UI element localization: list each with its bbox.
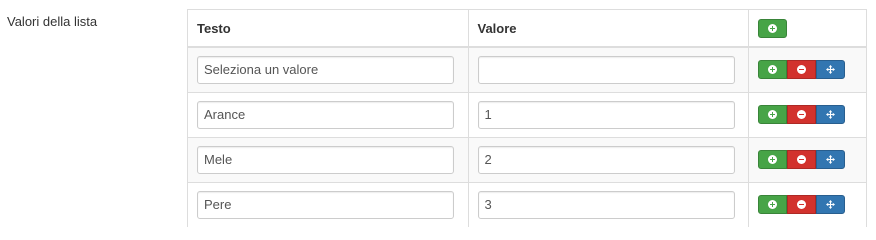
table-header-row: Testo Valore bbox=[188, 10, 866, 48]
row-actions bbox=[757, 150, 845, 169]
table-row bbox=[188, 91, 866, 138]
value-input[interactable] bbox=[477, 100, 735, 129]
table-row bbox=[188, 181, 866, 227]
field-label: Valori della lista bbox=[7, 14, 98, 29]
minus-circle-icon bbox=[796, 155, 806, 164]
add-row-button[interactable] bbox=[757, 60, 787, 80]
add-row-button[interactable] bbox=[757, 195, 787, 215]
add-row-button[interactable] bbox=[757, 105, 787, 124]
minus-circle-icon bbox=[796, 65, 806, 75]
remove-row-button[interactable] bbox=[786, 105, 816, 124]
table-row bbox=[188, 136, 866, 183]
text-input[interactable] bbox=[197, 190, 454, 219]
value-input[interactable] bbox=[477, 55, 735, 84]
header-actions bbox=[747, 10, 866, 48]
remove-row-button[interactable] bbox=[786, 150, 816, 169]
move-arrows-icon bbox=[825, 200, 835, 210]
remove-row-button[interactable] bbox=[786, 60, 816, 80]
row-actions bbox=[757, 60, 845, 80]
move-row-button[interactable] bbox=[815, 105, 845, 124]
move-row-button[interactable] bbox=[815, 60, 845, 80]
header-value: Valore bbox=[467, 10, 749, 48]
table-row bbox=[188, 46, 866, 93]
add-row-button[interactable] bbox=[757, 18, 787, 38]
text-input[interactable] bbox=[197, 55, 454, 84]
list-values-table: Testo Valore bbox=[187, 9, 867, 227]
row-actions bbox=[757, 195, 845, 215]
move-arrows-icon bbox=[825, 155, 835, 164]
remove-row-button[interactable] bbox=[786, 195, 816, 215]
row-actions bbox=[757, 105, 845, 124]
minus-circle-icon bbox=[796, 200, 806, 210]
plus-circle-icon bbox=[767, 110, 777, 119]
move-arrows-icon bbox=[825, 65, 835, 75]
value-input[interactable] bbox=[477, 190, 735, 219]
move-row-button[interactable] bbox=[815, 150, 845, 169]
add-row-button[interactable] bbox=[757, 150, 787, 169]
text-input[interactable] bbox=[197, 100, 454, 129]
text-input[interactable] bbox=[197, 145, 454, 174]
move-arrows-icon bbox=[825, 110, 835, 119]
plus-circle-icon bbox=[767, 65, 777, 75]
plus-circle-icon bbox=[767, 200, 777, 210]
minus-circle-icon bbox=[796, 110, 806, 119]
move-row-button[interactable] bbox=[815, 195, 845, 215]
plus-circle-icon bbox=[767, 23, 777, 33]
plus-circle-icon bbox=[767, 155, 777, 164]
value-input[interactable] bbox=[477, 145, 735, 174]
header-text: Testo bbox=[188, 10, 469, 48]
